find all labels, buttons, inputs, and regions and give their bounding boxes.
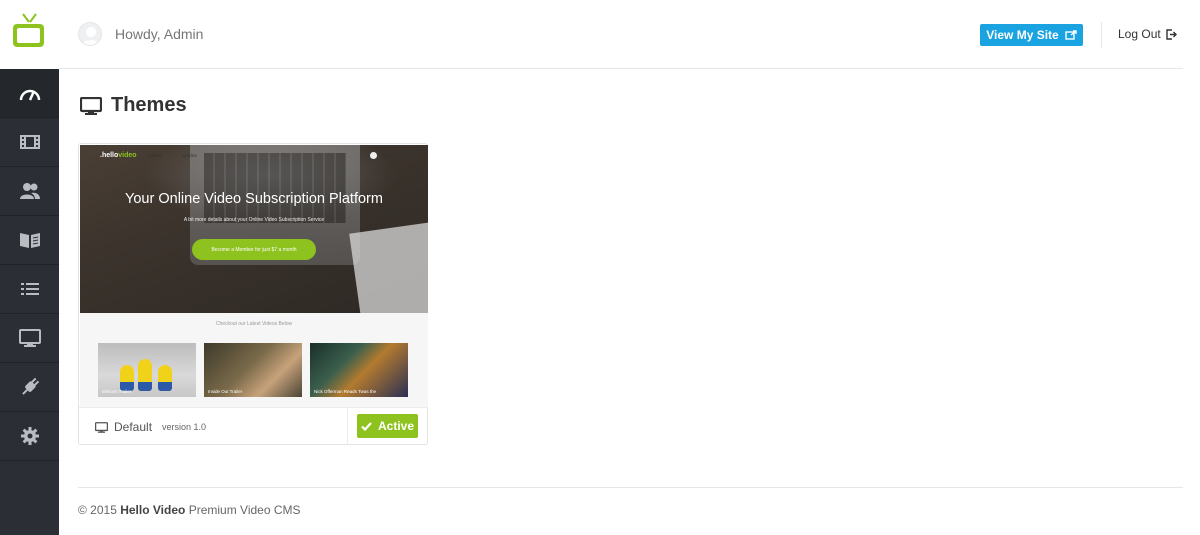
preview-logo-main: .hello xyxy=(100,152,119,159)
preview-latest-section: Checkout our Latest Videos Below Minions… xyxy=(80,313,428,407)
monitor-icon xyxy=(95,421,108,433)
copyright: © 2015 Hello Video Premium Video CMS xyxy=(78,503,301,517)
theme-card-footer: Default version 1.0 Active xyxy=(79,407,427,445)
themes-icon xyxy=(18,329,41,347)
header-divider xyxy=(1101,22,1102,48)
preview-video-caption: Inside Out Trailer xyxy=(208,389,243,394)
top-header: Howdy, Admin View My Site Log Out xyxy=(59,0,1183,69)
preview-video-thumb: Nick Offerman Reads Twas the xyxy=(310,343,408,397)
videos-icon xyxy=(19,135,40,149)
preview-avatar-icon xyxy=(370,152,377,159)
sidebar-item-articles[interactable] xyxy=(0,216,59,265)
external-link-icon xyxy=(1065,30,1077,40)
log-out-button[interactable]: Log Out xyxy=(1118,27,1177,41)
greeting-text: Howdy, Admin xyxy=(115,26,204,42)
list-icon xyxy=(20,283,39,295)
preview-notebook-image xyxy=(349,221,428,323)
theme-name: Default xyxy=(114,420,153,434)
monitor-icon xyxy=(80,96,102,115)
preview-nav-videos: Videos xyxy=(148,153,162,158)
preview-logo: .hellovideo xyxy=(100,152,137,159)
plugins-icon xyxy=(21,377,39,395)
footer-divider xyxy=(347,408,348,445)
preview-latest-heading: Checkout our Latest Videos Below xyxy=(215,321,293,327)
preview-video-thumb: Inside Out Trailer xyxy=(204,343,302,397)
articles-icon xyxy=(19,233,40,248)
minion-figure xyxy=(138,359,152,391)
sign-out-icon xyxy=(1166,28,1177,40)
preview-hero-subtitle: A bit more details about your Online Vid… xyxy=(183,217,325,223)
page-title-text: Themes xyxy=(111,94,187,116)
footer-divider-line xyxy=(78,487,1183,488)
copyright-brand: Hello Video xyxy=(120,503,186,517)
settings-icon xyxy=(20,427,39,445)
view-my-site-button[interactable]: View My Site xyxy=(980,24,1083,46)
active-label: Active xyxy=(377,419,415,433)
preview-user-label: Admin xyxy=(380,153,393,158)
preview-hero: .hellovideo Videos Articles Admin Your O… xyxy=(80,145,428,323)
preview-video-caption: Nick Offerman Reads Twas the xyxy=(314,389,377,394)
page-title: Themes xyxy=(80,94,187,117)
theme-preview-screenshot[interactable]: .hellovideo Videos Articles Admin Your O… xyxy=(80,145,428,407)
preview-nav-articles: Articles xyxy=(182,153,197,158)
user-avatar-icon xyxy=(81,27,101,45)
sidebar-item-plugins[interactable] xyxy=(0,363,59,412)
theme-name-group: Default version 1.0 xyxy=(95,420,206,434)
copyright-prefix: © 2015 xyxy=(78,503,117,517)
preview-hero-button: Become a Member for just $7 a month xyxy=(192,239,316,260)
minion-figure xyxy=(158,365,172,391)
preview-video-thumb: Minions Trailer xyxy=(98,343,196,397)
users-icon xyxy=(19,183,40,199)
sidebar-item-dashboard[interactable] xyxy=(0,69,59,118)
minion-figure xyxy=(120,365,134,391)
theme-card[interactable]: .hellovideo Videos Articles Admin Your O… xyxy=(78,143,428,445)
view-my-site-label: View My Site xyxy=(986,28,1059,42)
sidebar-item-settings[interactable] xyxy=(0,412,59,461)
preview-video-caption: Minions Trailer xyxy=(102,389,132,394)
logo[interactable] xyxy=(0,0,59,69)
sidebar-item-users[interactable] xyxy=(0,167,59,216)
dashboard-icon xyxy=(19,89,40,101)
preview-logo-accent: video xyxy=(118,152,137,159)
sidebar-item-list[interactable] xyxy=(0,265,59,314)
log-out-label: Log Out xyxy=(1118,27,1161,41)
theme-version: version 1.0 xyxy=(162,422,207,432)
copyright-suffix: Premium Video CMS xyxy=(188,503,301,517)
active-theme-button[interactable]: Active xyxy=(357,414,418,438)
sidebar-item-videos[interactable] xyxy=(0,118,59,167)
sidebar-item-themes[interactable] xyxy=(0,314,59,363)
sidebar xyxy=(0,0,59,535)
checkmark-icon xyxy=(361,421,372,431)
preview-user: Admin xyxy=(370,152,393,159)
scrollbar-track[interactable] xyxy=(1183,0,1200,535)
avatar[interactable] xyxy=(78,22,102,46)
sidebar-nav xyxy=(0,69,59,461)
preview-hero-title: Your Online Video Subscription Platform xyxy=(125,191,383,207)
tv-logo-icon xyxy=(13,13,44,47)
